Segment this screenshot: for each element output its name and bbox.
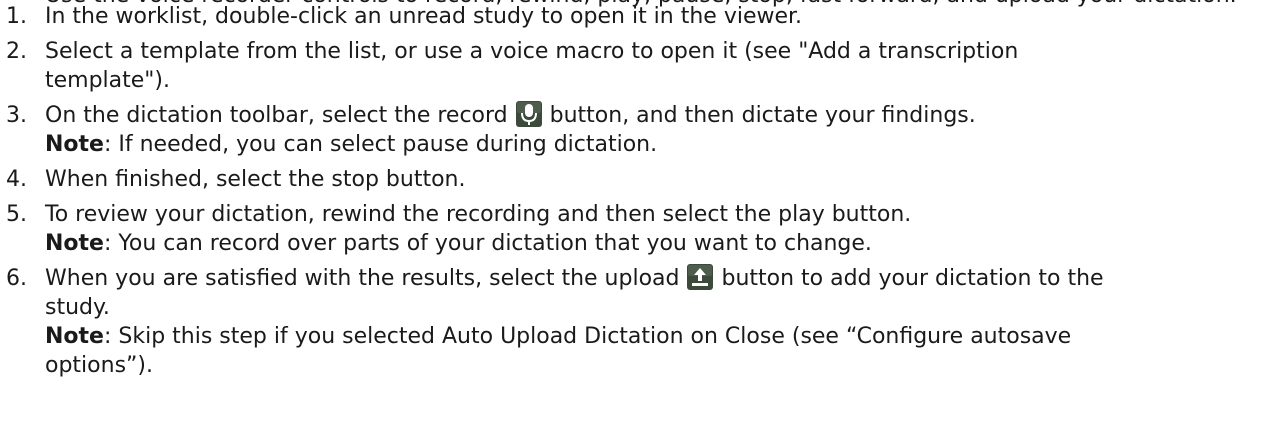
note-text: : You can record over parts of your dict…	[103, 231, 872, 256]
step-1: 1. In the worklist, double-click an unre…	[0, 2, 1277, 31]
step-text: When you are satisfied with the results,…	[45, 264, 1277, 293]
step-4: 4. When finished, select the stop button…	[0, 165, 1277, 194]
note-label: Note	[45, 324, 104, 349]
note-label: Note	[45, 132, 104, 157]
microphone-icon	[515, 101, 542, 127]
step-note-continued: options”).	[45, 353, 154, 378]
step-text-continued: study.	[45, 295, 110, 320]
step-text: Select a template from the list, or use …	[45, 39, 1019, 64]
step-number: 6.	[6, 266, 27, 291]
step-3: 3. On the dictation toolbar, select the …	[0, 101, 1277, 159]
step-note: Note: Skip this step if you selected Aut…	[45, 322, 1277, 351]
step-text-after-icon: button to add your dictation to the	[714, 266, 1104, 291]
step-text: On the dictation toolbar, select the rec…	[45, 101, 1277, 130]
note-label: Note	[45, 231, 104, 256]
dictation-steps-list: 1. In the worklist, double-click an unre…	[0, 2, 1277, 386]
step-text-after-icon: button, and then dictate your findings.	[542, 103, 976, 128]
step-text-before-icon: When you are satisfied with the results,…	[45, 266, 687, 291]
step-text: To review your dictation, rewind the rec…	[45, 202, 912, 227]
step-5: 5. To review your dictation, rewind the …	[0, 200, 1277, 258]
step-number: 3.	[6, 103, 27, 128]
note-text: : If needed, you can select pause during…	[103, 132, 658, 157]
step-note: Note: If needed, you can select pause du…	[45, 130, 1277, 159]
step-text-before-icon: On the dictation toolbar, select the rec…	[45, 103, 515, 128]
upload-icon	[687, 264, 714, 290]
step-6: 6. When you are satisfied with the resul…	[0, 264, 1277, 380]
step-text-continued: template").	[45, 68, 171, 93]
step-number: 4.	[6, 167, 27, 192]
step-note: Note: You can record over parts of your …	[45, 229, 1277, 258]
step-number: 2.	[6, 39, 27, 64]
step-text: When finished, select the stop button.	[45, 167, 466, 192]
step-number: 5.	[6, 202, 27, 227]
step-number: 1.	[6, 4, 27, 29]
step-2: 2. Select a template from the list, or u…	[0, 37, 1277, 95]
step-text: In the worklist, double-click an unread …	[45, 4, 803, 29]
note-text: : Skip this step if you selected Auto Up…	[103, 324, 1072, 349]
